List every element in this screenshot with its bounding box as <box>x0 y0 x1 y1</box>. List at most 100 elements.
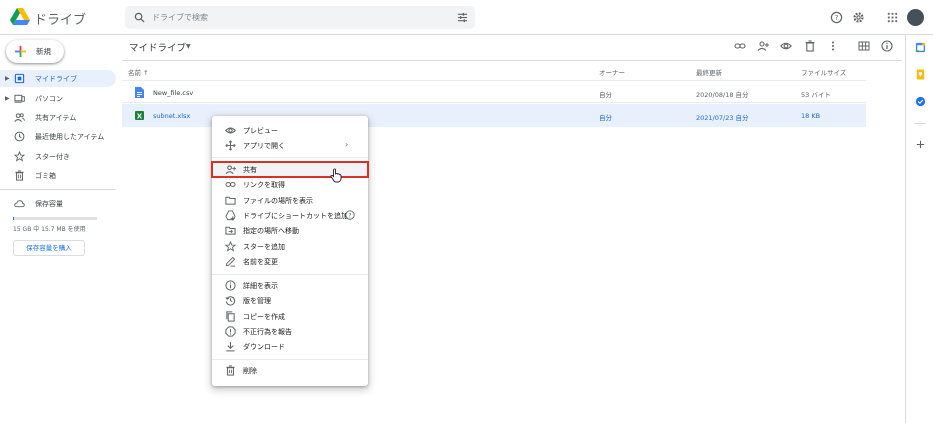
storage-usage-text: 15 GB 中 15.7 MB を使用 <box>13 226 86 233</box>
help-icon[interactable]: ? <box>345 210 355 220</box>
chevron-right-icon: › <box>345 140 349 149</box>
sidebar-item-trash[interactable]: ゴミ箱 <box>0 167 116 184</box>
cloud-icon <box>14 200 25 208</box>
avatar[interactable] <box>907 9 924 26</box>
sidebar-item-recent[interactable]: 最近使用したアイテム <box>0 128 116 145</box>
plus-icon <box>14 45 27 58</box>
apps-grid-icon[interactable] <box>886 11 899 24</box>
sidebar-divider <box>0 189 116 190</box>
menu-item-make-copy[interactable]: コピーを作成 <box>212 309 368 324</box>
rail-divider <box>914 123 926 124</box>
menu-item-label: スターを追加 <box>243 243 285 251</box>
menu-item-label: プレビュー <box>243 127 278 135</box>
expand-arrow-icon[interactable]: ▶ <box>5 95 10 102</box>
menu-item-label: リンクを取得 <box>243 181 285 189</box>
search-options-icon[interactable] <box>457 12 468 23</box>
tasks-icon[interactable] <box>915 96 926 107</box>
menu-item-label: ドライブにショートカットを追加 <box>243 212 348 220</box>
column-header-owner: オーナー <box>599 69 625 77</box>
menu-item-label: 指定の場所へ移動 <box>243 227 299 235</box>
top-bar: ドライブ ? <box>0 0 933 35</box>
calendar-icon[interactable] <box>915 42 926 53</box>
menu-item-label: アプリで開く <box>243 142 285 150</box>
table-row[interactable]: New_file.csv 自分 2020/08/18 自分 53 バイト <box>122 80 866 103</box>
gear-icon[interactable] <box>852 11 865 24</box>
help-icon[interactable]: ? <box>830 11 843 24</box>
link-icon <box>225 182 236 187</box>
open-with-icon <box>225 140 236 151</box>
person-add-icon[interactable] <box>757 40 769 52</box>
file-name: New_file.csv <box>153 89 194 97</box>
column-header-modified[interactable]: 最終更新 <box>696 67 722 77</box>
search-bar[interactable] <box>125 6 475 29</box>
svg-text:?: ? <box>835 14 839 22</box>
menu-item-get-link[interactable]: リンクを取得 <box>212 177 368 192</box>
menu-item-details[interactable]: 詳細を表示 <box>212 278 368 293</box>
expand-arrow-icon[interactable]: ▶ <box>5 75 10 82</box>
file-name: subnet.xlsx <box>153 112 191 120</box>
my-drive-icon <box>14 73 25 84</box>
shortcut-icon <box>225 210 236 221</box>
search-input[interactable] <box>152 8 442 27</box>
spreadsheet-file-icon: X <box>135 111 144 120</box>
menu-item-label: 不正行為を報告 <box>243 328 292 336</box>
storage-label: 保存容量 <box>35 200 63 208</box>
menu-item-move[interactable]: 指定の場所へ移動 <box>212 223 368 238</box>
delete-icon <box>226 365 235 376</box>
file-modified: 2021/07/23 自分 <box>696 114 749 122</box>
history-icon <box>225 296 236 306</box>
menu-divider <box>212 359 368 360</box>
menu-item-preview[interactable]: プレビュー <box>212 123 368 138</box>
file-size: 53 バイト <box>801 91 831 99</box>
info-icon[interactable] <box>881 40 893 52</box>
menu-item-label: 共有 <box>243 166 257 174</box>
new-button[interactable]: 新規 <box>6 40 64 63</box>
menu-item-add-star[interactable]: スターを追加 <box>212 239 368 254</box>
menu-item-label: ダウンロード <box>243 343 285 351</box>
search-icon[interactable] <box>134 12 145 23</box>
menu-item-remove[interactable]: 削除 <box>212 363 368 378</box>
sidebar-item-shared[interactable]: 共有アイテム <box>0 109 116 126</box>
menu-divider <box>212 274 368 275</box>
app-title[interactable]: ドライブ <box>34 9 86 28</box>
file-size: 18 KB <box>801 112 821 120</box>
buy-storage-button[interactable]: 保存容量を購入 <box>13 240 85 256</box>
delete-icon[interactable] <box>804 40 816 52</box>
menu-item-rename[interactable]: 名前を変更 <box>212 254 368 269</box>
column-header-name[interactable]: 名前 ↑ <box>128 67 149 77</box>
menu-item-add-shortcut[interactable]: ドライブにショートカットを追加 ? <box>212 208 368 223</box>
keep-icon[interactable] <box>915 69 926 80</box>
new-button-label: 新規 <box>36 47 51 56</box>
sidebar-item-label: パソコン <box>35 95 63 103</box>
column-header-size[interactable]: ファイルサイズ <box>801 67 846 77</box>
sidebar-item-starred[interactable]: スター付き <box>0 148 116 165</box>
context-menu: プレビュー アプリで開く › 共有 リンクを取得 ファイルの場所を表示 ドライブ… <box>211 116 369 386</box>
menu-item-report-abuse[interactable]: 不正行為を報告 <box>212 324 368 339</box>
menu-item-label: 名前を変更 <box>243 258 278 266</box>
menu-item-share[interactable]: 共有 <box>211 161 369 178</box>
sidebar-item-computers[interactable]: ▶ パソコン <box>0 90 116 107</box>
sidebar-item-label: ゴミ箱 <box>35 172 56 180</box>
sidebar-item-label: 共有アイテム <box>35 114 77 122</box>
menu-item-open-with[interactable]: アプリで開く › <box>212 138 368 153</box>
eye-icon <box>225 127 236 134</box>
menu-item-label: 削除 <box>243 367 257 375</box>
breadcrumb[interactable]: マイドライブ <box>129 40 186 54</box>
sidebar-item-label: 最近使用したアイテム <box>35 133 105 141</box>
sidebar-item-storage[interactable]: 保存容量 <box>0 195 116 212</box>
add-addon-icon[interactable] <box>915 139 926 150</box>
drive-logo-icon[interactable] <box>10 8 30 26</box>
grid-view-icon[interactable] <box>858 40 870 52</box>
folder-icon <box>225 196 236 205</box>
more-vert-icon[interactable] <box>827 40 839 52</box>
report-icon <box>225 326 236 337</box>
copy-icon <box>226 311 235 322</box>
menu-item-label: 詳細を表示 <box>243 282 278 290</box>
menu-item-manage-versions[interactable]: 版を管理 <box>212 293 368 308</box>
sidebar-item-my-drive[interactable]: ▶ マイドライブ <box>0 70 116 87</box>
menu-item-show-location[interactable]: ファイルの場所を表示 <box>212 193 368 208</box>
menu-item-download[interactable]: ダウンロード <box>212 339 368 354</box>
breadcrumb-dropdown-icon[interactable]: ▼ <box>186 43 191 50</box>
link-icon[interactable] <box>734 40 746 52</box>
eye-icon[interactable] <box>780 40 792 52</box>
